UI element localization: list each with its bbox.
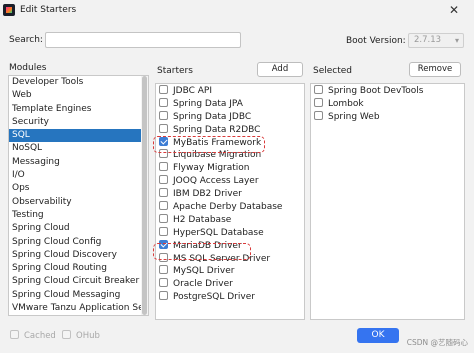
module-item-spring-cloud-discovery[interactable]: Spring Cloud Discovery (9, 249, 148, 262)
starter-label: Spring Data JDBC (173, 111, 252, 122)
starter-label: JOOQ Access Layer (173, 176, 259, 187)
modules-scrollbar[interactable] (141, 76, 148, 315)
checkbox-icon[interactable] (159, 175, 168, 185)
starter-label: IBM DB2 Driver (173, 189, 242, 200)
starter-item-h2-database[interactable]: H2 Database (156, 213, 304, 227)
module-item-security[interactable]: Security (9, 116, 148, 129)
boot-version-value: 2.7.13 (414, 35, 442, 45)
modules-header: Modules (9, 63, 47, 73)
ok-button[interactable]: OK (357, 328, 399, 343)
starter-item-postgresql-driver[interactable]: PostgreSQL Driver (156, 291, 304, 304)
module-item-spring-cloud-messaging[interactable]: Spring Cloud Messaging (9, 289, 148, 302)
ohub-label: OHub (76, 331, 100, 341)
module-item-spring-cloud-routing[interactable]: Spring Cloud Routing (9, 262, 148, 275)
selected-header: Selected (313, 66, 353, 76)
starter-label: Spring Data JPA (173, 98, 243, 109)
remove-button[interactable]: Remove (409, 62, 461, 77)
selected-item-spring-boot-devtools[interactable]: Spring Boot DevTools (311, 85, 464, 98)
module-item-spring-cloud-config[interactable]: Spring Cloud Config (9, 236, 148, 249)
selected-item-spring-web[interactable]: Spring Web (311, 110, 464, 124)
boot-version-select[interactable]: 2.7.13 ▾ (408, 33, 464, 48)
search-input[interactable] (45, 32, 241, 48)
modules-list[interactable]: Developer Tools Web Template Engines Securi… (8, 75, 149, 316)
ohub-checkbox-box[interactable] (62, 330, 71, 339)
cached-checkbox-box[interactable] (10, 330, 19, 339)
starter-label: Oracle Driver (173, 279, 233, 290)
starter-item-oracle-driver[interactable]: Oracle Driver (156, 278, 304, 291)
checkbox-icon[interactable] (314, 85, 323, 94)
checkbox-icon[interactable] (159, 123, 168, 133)
checkbox-icon[interactable] (159, 97, 168, 107)
module-item-web[interactable]: Web (9, 89, 148, 102)
title-bar: Edit Starters ✕ (0, 0, 474, 22)
checkbox-icon[interactable] (159, 265, 168, 275)
window-title: Edit Starters (20, 5, 77, 15)
checkbox-icon[interactable] (314, 97, 323, 107)
module-item-i-o[interactable]: I/O (9, 169, 148, 182)
checkbox-icon[interactable] (159, 278, 168, 288)
starter-item-apache-derby-database[interactable]: Apache Derby Database (156, 201, 304, 214)
selected-label: Spring Web (328, 111, 380, 122)
starter-label: Flyway Migration (173, 163, 250, 174)
checkbox-icon[interactable] (159, 226, 168, 236)
mariadb-highlight (153, 243, 251, 260)
starter-label: HyperSQL Database (173, 227, 264, 238)
checkbox-icon[interactable] (159, 291, 168, 301)
starter-item-spring-data-jpa[interactable]: Spring Data JPA (156, 97, 304, 111)
module-item-messaging[interactable]: Messaging (9, 156, 148, 169)
starter-label: Spring Data R2DBC (173, 124, 261, 135)
checkbox-icon[interactable] (159, 188, 168, 198)
module-item-developer-tools[interactable]: Developer Tools (9, 76, 148, 89)
module-item-spring-cloud-circuit-breaker[interactable]: Spring Cloud Circuit Breaker (9, 275, 148, 288)
starter-item-ibm-db2-driver[interactable]: IBM DB2 Driver (156, 188, 304, 201)
chevron-down-icon: ▾ (454, 36, 459, 45)
checkbox-icon[interactable] (159, 213, 168, 223)
cached-label: Cached (24, 331, 56, 341)
module-item-vmware-tanzu-application-service[interactable]: VMware Tanzu Application Service (9, 302, 148, 315)
starter-item-hypersql-database[interactable]: HyperSQL Database (156, 226, 304, 240)
module-item-sql[interactable]: SQL (9, 129, 148, 143)
module-item-spring-cloud[interactable]: Spring Cloud (9, 222, 148, 235)
starter-label: PostgreSQL Driver (173, 292, 255, 303)
checkbox-icon[interactable] (159, 85, 168, 94)
starter-item-spring-data-r2dbc[interactable]: Spring Data R2DBC (156, 123, 304, 137)
module-item-ops[interactable]: Ops (9, 182, 148, 195)
checkbox-icon[interactable] (159, 201, 168, 211)
close-icon[interactable]: ✕ (434, 0, 474, 22)
checkbox-icon[interactable] (314, 110, 323, 120)
starter-item-jooq-access-layer[interactable]: JOOQ Access Layer (156, 175, 304, 188)
modules-scrollbar-thumb[interactable] (142, 76, 147, 315)
module-item-nosql[interactable]: NoSQL (9, 142, 148, 155)
ohub-checkbox[interactable]: OHub (62, 330, 100, 341)
starter-label: Apache Derby Database (173, 202, 283, 213)
checkbox-icon[interactable] (159, 110, 168, 120)
selected-label: Spring Boot DevTools (328, 86, 424, 96)
module-item-template-engines[interactable]: Template Engines (9, 103, 148, 116)
starters-header: Starters (157, 66, 193, 76)
starter-label: MySQL Driver (173, 266, 235, 277)
starter-item-flyway-migration[interactable]: Flyway Migration (156, 162, 304, 175)
checkbox-icon[interactable] (159, 162, 168, 172)
add-button[interactable]: Add (257, 62, 303, 77)
watermark: CSDN @艺随码心 (406, 338, 468, 347)
selected-item-lombok[interactable]: Lombok (311, 97, 464, 111)
intellij-logo-icon (3, 4, 15, 16)
starter-item-spring-data-jdbc[interactable]: Spring Data JDBC (156, 110, 304, 124)
boot-version-label: Boot Version: (346, 36, 406, 46)
starter-item-mysql-driver[interactable]: MySQL Driver (156, 265, 304, 278)
cached-checkbox[interactable]: Cached (10, 330, 56, 341)
module-item-testing[interactable]: Testing (9, 209, 148, 222)
starter-label: JDBC API (173, 86, 212, 96)
module-item-observability[interactable]: Observability (9, 196, 148, 209)
mybatis-highlight (153, 136, 265, 153)
starter-item-jdbc-api[interactable]: JDBC API (156, 85, 304, 98)
starters-list[interactable]: JDBC API Spring Data JPA Spring Data JDBC S… (155, 83, 305, 320)
selected-list[interactable]: Spring Boot DevTools Lombok Spring Web (310, 83, 465, 320)
selected-label: Lombok (328, 98, 364, 109)
starter-label: H2 Database (173, 214, 232, 225)
search-label: Search: (9, 35, 43, 45)
